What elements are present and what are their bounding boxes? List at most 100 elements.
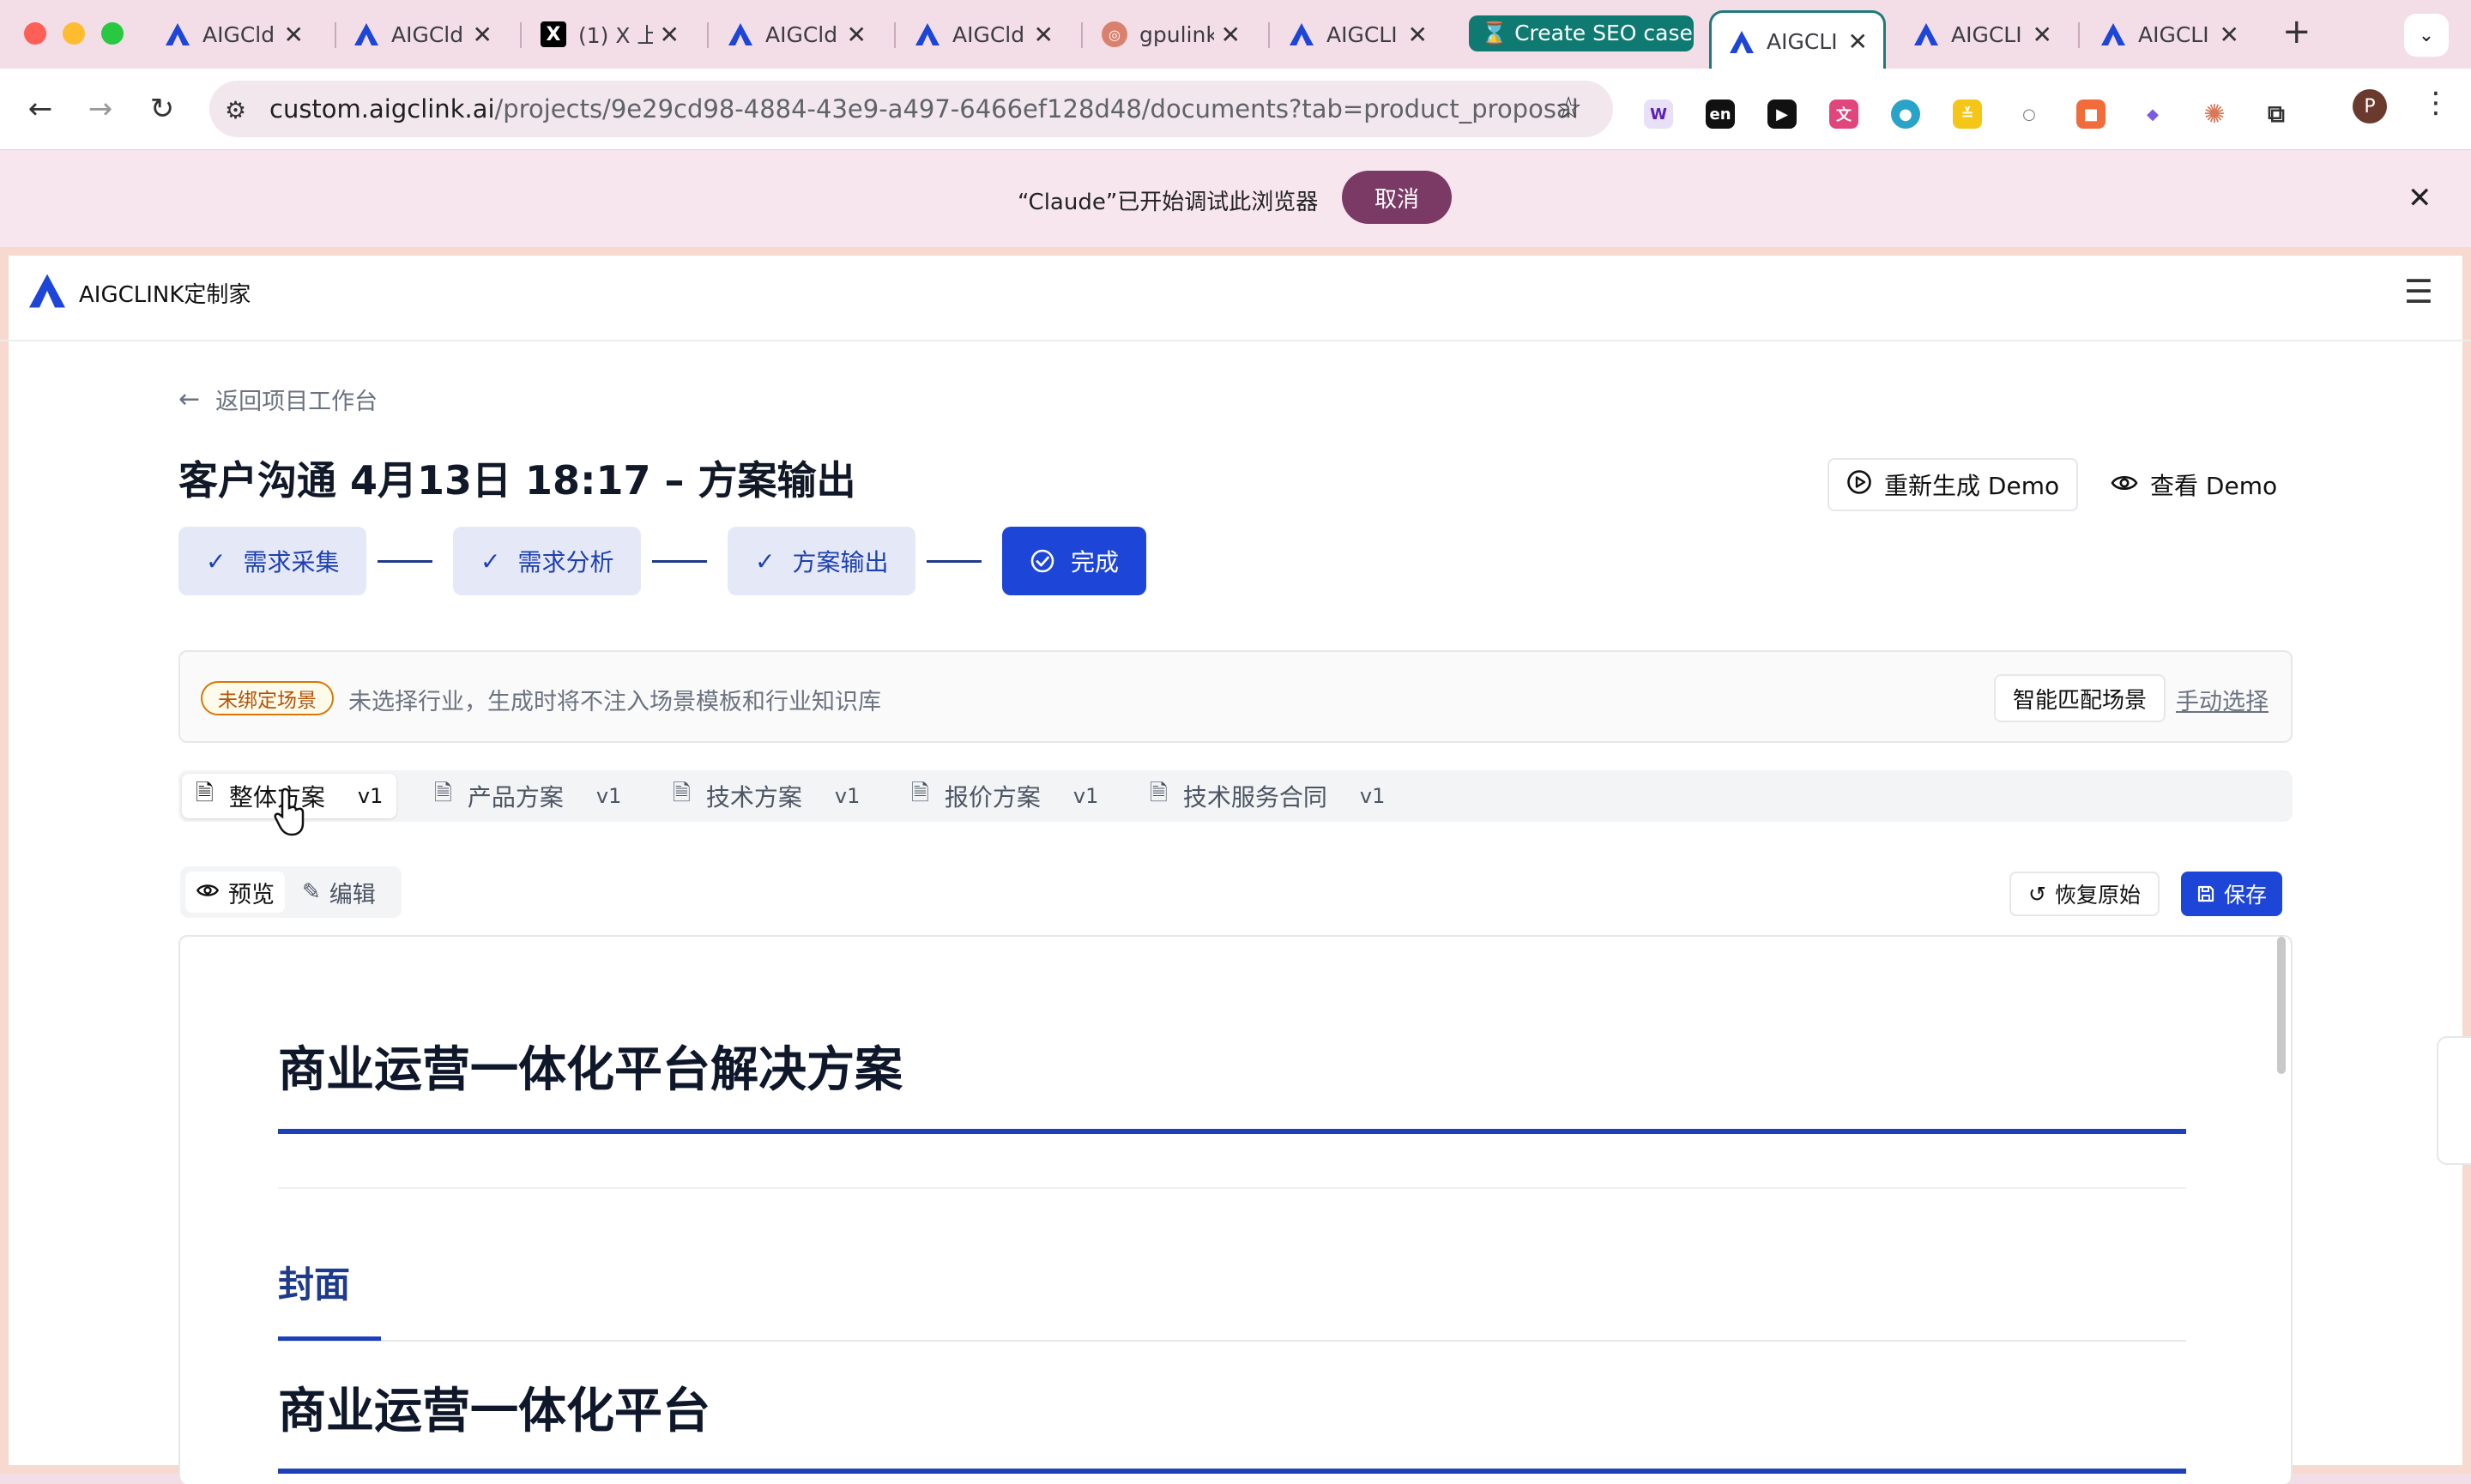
bookmark-star-icon[interactable]: ☆	[1555, 91, 1582, 126]
regenerate-demo-button[interactable]: 重新生成 Demo	[1828, 458, 2079, 511]
tab-quotation[interactable]: 🗎 报价方案 v1	[897, 774, 1112, 818]
new-tab-button[interactable]: +	[2282, 12, 2311, 51]
gpulink-logo-icon: ◎	[1102, 21, 1127, 47]
aigclink-logo-icon	[1913, 21, 1939, 47]
tab-group-pill[interactable]: ⌛ Create SEO case s	[1469, 15, 1694, 51]
preview-mode-button[interactable]: 预览	[185, 872, 285, 913]
forward-arrow-icon[interactable]: →	[79, 87, 122, 130]
extension-icon[interactable]: 文	[1829, 100, 1858, 129]
browser-tab-active[interactable]: AIGCLI ✕	[1709, 10, 1886, 70]
step-requirement-analysis[interactable]: ✓ 需求分析	[453, 527, 642, 595]
browser-tab[interactable]: AIGCLI ✕	[2083, 9, 2255, 60]
browser-tab[interactable]: ◎ gpulink ✕	[1084, 9, 1256, 60]
tab-close-icon[interactable]: ✕	[2220, 21, 2239, 49]
chat-icon[interactable]: ○	[2015, 100, 2044, 129]
extension-icon[interactable]: ●	[1891, 100, 1920, 129]
tab-close-icon[interactable]: ✕	[660, 21, 680, 49]
tab-close-icon[interactable]: ✕	[2033, 21, 2052, 49]
browser-menu-icon[interactable]: ⋮	[2421, 86, 2450, 120]
back-arrow-icon[interactable]: ←	[19, 87, 62, 130]
browser-tab[interactable]: AIGCld ✕	[336, 9, 508, 60]
tab-version: v1	[1359, 784, 1386, 808]
browser-tab[interactable]: AIGCLI ✕	[1896, 9, 2068, 60]
mouse-pointer-icon	[274, 787, 305, 836]
tab-service-contract[interactable]: 🗎 技术服务合同 v1	[1136, 774, 1399, 818]
aigclink-logo-icon	[728, 21, 753, 47]
tab-technical-proposal[interactable]: 🗎 技术方案 v1	[659, 774, 873, 818]
tab-close-icon[interactable]: ✕	[1221, 21, 1241, 49]
edit-mode-button[interactable]: ✎ 编辑	[292, 872, 386, 913]
browser-tab[interactable]: X (1) X 上 ✕	[523, 9, 695, 60]
tab-close-icon[interactable]: ✕	[1848, 27, 1868, 56]
close-icon[interactable]: ✕	[2408, 181, 2432, 215]
aigclink-logo-icon	[1289, 21, 1314, 47]
tab-title: AIGCld	[202, 21, 275, 47]
extensions-puzzle-icon[interactable]: ⧉	[2262, 100, 2291, 129]
debug-info-bar: “Claude”已开始调试此浏览器 取消 ✕	[0, 149, 2471, 247]
profile-avatar[interactable]: P	[2353, 89, 2387, 124]
aigclink-logo-icon	[353, 21, 379, 47]
tab-close-icon[interactable]: ✕	[473, 21, 492, 49]
edit-pencil-icon: ✎	[302, 879, 321, 905]
address-bar[interactable]: custom.aigclink.ai/projects/9e29cd98-488…	[209, 81, 1613, 137]
browser-tab[interactable]: AIGCld ✕	[710, 9, 882, 60]
step-complete[interactable]: 完成	[1002, 527, 1147, 595]
check-circle-icon	[1030, 548, 1055, 574]
site-settings-icon[interactable]: ⚙	[225, 96, 246, 124]
step-proposal-output[interactable]: ✓ 方案输出	[728, 527, 916, 595]
save-label: 保存	[2224, 883, 2268, 908]
claude-icon[interactable]: ✺	[2200, 100, 2229, 130]
extension-icon[interactable]: ■	[2076, 100, 2105, 129]
tab-close-icon[interactable]: ✕	[847, 21, 867, 49]
cancel-debug-button[interactable]: 取消	[1342, 171, 1452, 224]
debug-message: “Claude”已开始调试此浏览器	[1018, 190, 1319, 215]
tab-title: AIGCld	[391, 21, 464, 47]
window-minimize-button[interactable]	[63, 22, 85, 45]
divider	[278, 1187, 2186, 1189]
step-requirement-collection[interactable]: ✓ 需求采集	[178, 527, 367, 595]
tab-close-icon[interactable]: ✕	[1034, 21, 1054, 49]
view-demo-button[interactable]: 查看 Demo	[2093, 458, 2294, 511]
menu-hamburger-icon[interactable]: ☰	[2404, 273, 2433, 311]
tab-separator	[2078, 22, 2080, 48]
aigclink-logo-icon	[915, 21, 940, 47]
tab-title: AIGCLI	[1326, 21, 1398, 47]
window-close-button[interactable]	[24, 22, 46, 45]
step-label: 方案输出	[792, 548, 889, 576]
file-text-icon: 🗎	[434, 781, 452, 806]
tab-search-chevron-icon[interactable]: ⌄	[2404, 14, 2449, 57]
extension-icon[interactable]: en	[1706, 100, 1735, 129]
step-connector	[378, 560, 432, 563]
back-link[interactable]: ← 返回项目工作台	[178, 383, 378, 416]
tab-label: 技术服务合同	[1182, 783, 1327, 811]
tab-close-icon[interactable]: ✕	[1408, 21, 1428, 49]
extension-icon[interactable]: W	[1644, 100, 1673, 129]
extension-icon[interactable]: ≚	[1953, 100, 1982, 129]
smart-match-button[interactable]: 智能匹配场景	[1994, 674, 2166, 722]
browser-tab[interactable]: AIGCld ✕	[897, 9, 1069, 60]
browser-tab[interactable]: AIGCLI ✕	[1272, 9, 1443, 60]
restore-original-button[interactable]: ↺ 恢复原始	[2009, 872, 2160, 916]
brand[interactable]: AIGCLINK定制家	[27, 273, 251, 312]
tab-close-icon[interactable]: ✕	[284, 21, 304, 49]
extension-icon[interactable]: ◆	[2138, 100, 2167, 129]
page-title: 客户沟通 4月13日 18:17 – 方案输出	[178, 457, 856, 504]
tab-title: AIGCLI	[1767, 29, 1838, 54]
step-connector	[652, 560, 707, 563]
scrollbar-thumb[interactable]	[2277, 937, 2286, 1074]
browser-tab[interactable]: AIGCld ✕	[148, 9, 319, 60]
tab-separator	[894, 22, 896, 48]
tab-separator	[520, 22, 522, 48]
cover-rule	[278, 1469, 2186, 1474]
document-preview[interactable]: 商业运营一体化平台解决方案 封面 商业运营一体化平台	[178, 935, 2293, 1484]
reload-icon[interactable]: ↻	[141, 87, 184, 130]
window-zoom-button[interactable]	[101, 22, 124, 45]
extension-icon[interactable]: ▶	[1767, 100, 1797, 129]
tab-title: gpulink	[1139, 21, 1214, 47]
save-button[interactable]: 保存	[2181, 872, 2283, 916]
tab-product-proposal[interactable]: 🗎 产品方案 v1	[420, 774, 635, 818]
view-mode-toggle: 预览 ✎ 编辑	[180, 866, 402, 918]
side-panel-handle[interactable]	[2437, 1036, 2471, 1165]
manual-select-link[interactable]: 手动选择	[2176, 683, 2269, 716]
step-connector	[927, 560, 982, 563]
